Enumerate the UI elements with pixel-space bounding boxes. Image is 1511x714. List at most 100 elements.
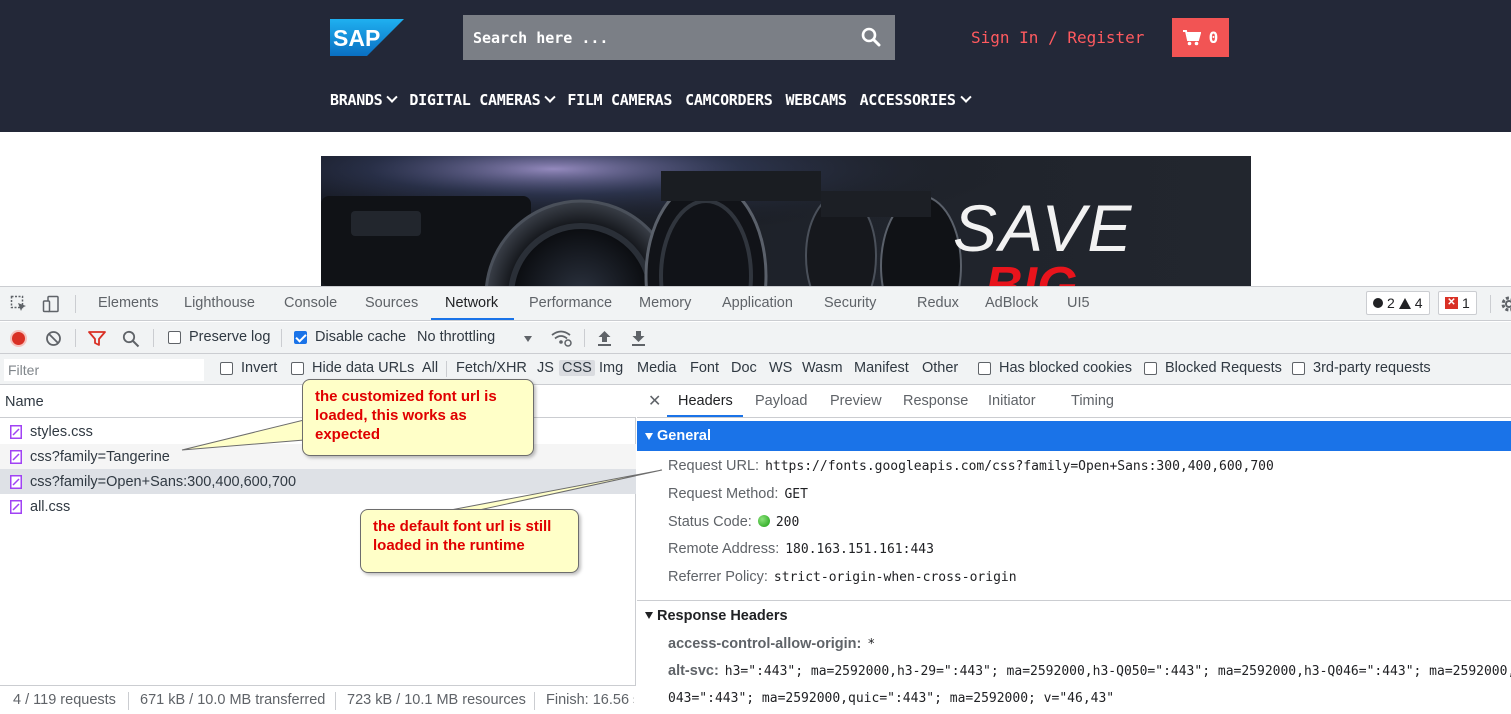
nav-digital-cameras[interactable]: DIGITAL CAMERAS — [409, 91, 557, 109]
has-blocked-cookies-checkbox[interactable] — [978, 362, 991, 375]
record-button[interactable] — [10, 330, 27, 347]
header-value[interactable]: 180.163.151.161:443 — [785, 542, 934, 557]
tab-headers[interactable]: Headers — [678, 393, 733, 409]
filter-type-img[interactable]: Img — [596, 360, 626, 376]
response-headers-section-header[interactable]: Response Headers — [637, 600, 1511, 630]
devtools-tabbar: Elements Lighthouse Console Sources Netw… — [0, 287, 1511, 321]
search-icon[interactable] — [861, 27, 881, 47]
network-toolbar: Preserve log Disable cache No throttling — [0, 322, 1511, 354]
filter-type-css[interactable]: CSS — [559, 360, 595, 376]
tab-initiator[interactable]: Initiator — [988, 393, 1036, 409]
tab-sources[interactable]: Sources — [365, 295, 418, 311]
filter-type-media[interactable]: Media — [634, 360, 680, 376]
tab-network[interactable]: Network — [445, 295, 498, 311]
network-status-bar: 4 / 119 requests 671 kB / 10.0 MB transf… — [0, 685, 636, 714]
blocked-counter[interactable]: ✕ 1 — [1438, 291, 1477, 315]
header-key: Request URL: — [668, 458, 760, 474]
header-key: alt-svc: — [668, 663, 719, 679]
tab-payload[interactable]: Payload — [755, 393, 807, 409]
tab-application[interactable]: Application — [722, 295, 793, 311]
inspect-element-icon[interactable] — [10, 295, 28, 313]
close-icon[interactable]: ✕ — [648, 391, 661, 411]
separator — [153, 329, 154, 347]
filter-type-js[interactable]: JS — [534, 360, 557, 376]
referrer-policy-row: Referrer Policy: strict-origin-when-cross… — [668, 569, 1017, 585]
nav-brands[interactable]: BRANDS — [330, 91, 399, 109]
filter-type-ws[interactable]: WS — [766, 360, 795, 376]
filter-type-other[interactable]: Other — [919, 360, 961, 376]
device-toolbar-icon[interactable] — [42, 295, 60, 313]
chevron-down-icon — [544, 91, 557, 103]
hide-data-urls-checkbox[interactable] — [291, 362, 304, 375]
css-file-icon — [10, 499, 22, 514]
clear-icon[interactable] — [45, 330, 62, 347]
promo-banner[interactable]: SAVE BIG — [321, 156, 1251, 286]
filter-funnel-icon[interactable] — [88, 330, 106, 347]
header-value[interactable]: https://fonts.googleapis.com/css?family=… — [765, 459, 1274, 474]
filter-type-doc[interactable]: Doc — [728, 360, 760, 376]
cart-button[interactable]: 0 — [1172, 18, 1229, 57]
details-tabbar: ✕ Headers Payload Preview Response Initi… — [637, 386, 1511, 418]
tab-console[interactable]: Console — [284, 295, 337, 311]
header-value[interactable]: GET — [784, 487, 807, 502]
tab-ui5[interactable]: UI5 — [1067, 295, 1090, 311]
header-value[interactable]: h3=":443"; ma=2592000,h3-29=":443"; ma=2… — [725, 664, 1511, 679]
header-value[interactable]: 200 — [776, 515, 799, 530]
sap-logo[interactable]: SAP — [330, 19, 404, 56]
filter-input[interactable] — [4, 359, 204, 381]
export-har-icon[interactable] — [631, 329, 646, 347]
search-icon[interactable] — [122, 330, 140, 348]
request-url-row: Request URL: https://fonts.googleapis.com… — [668, 458, 1274, 474]
nav-webcams[interactable]: WEBCAMS — [785, 91, 846, 109]
filter-type-fetch-xhr[interactable]: Fetch/XHR — [453, 360, 530, 376]
network-conditions-icon[interactable] — [551, 329, 573, 347]
tab-timing[interactable]: Timing — [1071, 393, 1114, 409]
preserve-log-label: Preserve log — [189, 329, 271, 345]
throttling-select[interactable]: No throttling — [417, 329, 495, 345]
tab-redux[interactable]: Redux — [917, 295, 959, 311]
filter-type-manifest[interactable]: Manifest — [851, 360, 912, 376]
hide-data-urls-label: Hide data URLs — [312, 360, 415, 376]
css-file-icon — [10, 424, 22, 439]
invert-checkbox[interactable] — [220, 362, 233, 375]
blocked-requests-checkbox[interactable] — [1144, 362, 1157, 375]
separator — [75, 295, 76, 313]
third-party-requests-label: 3rd-party requests — [1313, 360, 1431, 376]
settings-gear-icon[interactable] — [1500, 295, 1511, 313]
header-value[interactable]: 043=":443"; ma=2592000,quic=":443"; ma=2… — [668, 691, 1114, 706]
filter-type-all[interactable]: All — [419, 360, 441, 376]
nav-accessories[interactable]: ACCESSORIES — [860, 91, 972, 109]
request-row-selected[interactable]: css?family=Open+Sans:300,400,600,700 — [0, 469, 636, 494]
filter-type-font[interactable]: Font — [687, 360, 722, 376]
request-details: ✕ Headers Payload Preview Response Initi… — [637, 386, 1511, 714]
tab-lighthouse[interactable]: Lighthouse — [184, 295, 255, 311]
preserve-log-checkbox[interactable] — [168, 331, 181, 344]
header-value[interactable]: * — [867, 637, 875, 652]
search-input[interactable] — [463, 15, 843, 60]
third-party-requests-checkbox[interactable] — [1292, 362, 1305, 375]
tab-preview[interactable]: Preview — [830, 393, 882, 409]
signin-register-link[interactable]: Sign In / Register — [971, 28, 1144, 47]
general-section-header[interactable]: General — [637, 421, 1511, 451]
tab-response[interactable]: Response — [903, 393, 968, 409]
column-name: Name — [5, 394, 44, 410]
nav-camcorders[interactable]: CAMCORDERS — [685, 91, 773, 109]
tab-security[interactable]: Security — [824, 295, 876, 311]
separator — [584, 329, 585, 347]
status-transferred: 671 kB / 10.0 MB transferred — [140, 692, 326, 708]
status-finish: Finish: 16.56 s — [546, 692, 634, 708]
disable-cache-checkbox[interactable] — [294, 331, 307, 344]
tab-performance[interactable]: Performance — [529, 295, 612, 311]
nav-film-cameras[interactable]: FILM CAMERAS — [567, 91, 672, 109]
acao-header-row: access-control-allow-origin: * — [668, 636, 875, 652]
annotation-callout-customized-font: the customized font url is loaded, this … — [302, 379, 534, 456]
tab-elements[interactable]: Elements — [98, 295, 158, 311]
filter-type-wasm[interactable]: Wasm — [799, 360, 846, 376]
tab-adblock[interactable]: AdBlock — [985, 295, 1038, 311]
tab-memory[interactable]: Memory — [639, 295, 691, 311]
status-requests: 4 / 119 requests — [13, 692, 116, 708]
issues-counter[interactable]: 2 4 — [1366, 291, 1430, 315]
header-value[interactable]: strict-origin-when-cross-origin — [774, 570, 1017, 585]
import-har-icon[interactable] — [597, 329, 612, 347]
error-count: 2 — [1387, 295, 1395, 311]
